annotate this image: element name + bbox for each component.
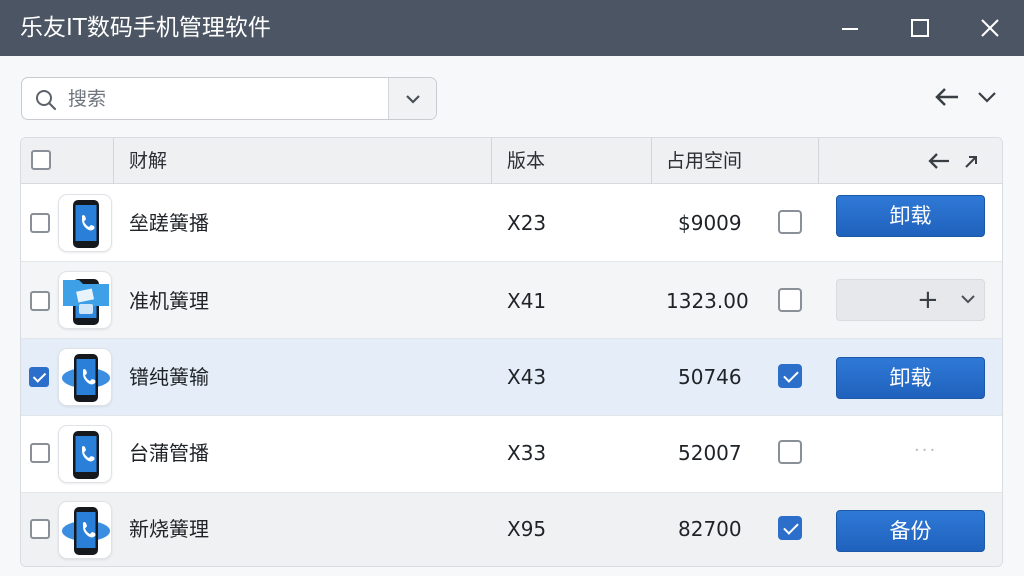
table-row[interactable]: 垒蹉簧播 X23 $9009 卸载 xyxy=(21,185,1002,262)
app-space: 1323.00 xyxy=(666,289,749,313)
row-action-checkbox[interactable] xyxy=(778,288,802,312)
add-split-button[interactable]: + xyxy=(836,279,985,321)
chevron-down-icon[interactable] xyxy=(975,86,999,108)
minimize-icon xyxy=(842,28,858,30)
table-row[interactable]: 台蒲管播 X33 52007 ··· xyxy=(21,416,1002,493)
column-space[interactable]: 占用空间 xyxy=(666,138,742,184)
row-action-checkbox[interactable] xyxy=(778,440,802,464)
phone-icon xyxy=(58,425,112,483)
app-name: 新烧簧理 xyxy=(129,517,209,541)
row-checkbox[interactable] xyxy=(30,291,50,311)
phone-folder-icon xyxy=(58,271,112,329)
app-name: 准机簧理 xyxy=(129,289,209,313)
back-arrow-icon[interactable] xyxy=(933,86,961,108)
uninstall-button[interactable]: 卸载 xyxy=(836,195,985,237)
app-version: X95 xyxy=(507,517,547,541)
search-icon xyxy=(36,90,57,111)
close-icon xyxy=(981,19,999,37)
search-input[interactable] xyxy=(68,84,388,114)
table-row-selected[interactable]: 镨纯簧输 X43 50746 卸载 xyxy=(21,339,1002,416)
table-row[interactable]: 准机簧理 X41 1323.00 + xyxy=(21,262,1002,339)
app-name: 台蒲管播 xyxy=(129,441,209,465)
back-arrow-icon[interactable] xyxy=(927,152,951,170)
title-bar: 乐友IT数码手机管理软件 xyxy=(0,0,1024,56)
app-space: 50746 xyxy=(678,365,742,389)
row-checkbox[interactable] xyxy=(30,213,50,233)
table-header: 财解 版本 占用空间 xyxy=(21,138,1002,184)
row-action-checkbox[interactable] xyxy=(778,210,802,234)
row-checkbox[interactable] xyxy=(29,367,49,387)
phone-sync-icon xyxy=(58,348,112,406)
column-version[interactable]: 版本 xyxy=(507,138,545,184)
plus-icon[interactable]: + xyxy=(917,282,939,318)
app-window: 乐友IT数码手机管理软件 财解 xyxy=(0,0,1024,576)
search-dropdown-button[interactable] xyxy=(388,78,436,119)
expand-arrow-icon[interactable] xyxy=(962,153,980,171)
table-row[interactable]: 新烧簧理 X95 82700 备份 xyxy=(21,493,1002,566)
app-version: X33 xyxy=(507,441,547,465)
app-space: 52007 xyxy=(678,441,742,465)
minimize-button[interactable] xyxy=(828,8,872,48)
app-version: X41 xyxy=(507,289,547,313)
row-action-checkbox[interactable] xyxy=(778,516,802,540)
search-box xyxy=(21,77,437,120)
column-name[interactable]: 财解 xyxy=(129,138,167,184)
select-all-checkbox[interactable] xyxy=(31,150,51,170)
app-name: 垒蹉簧播 xyxy=(129,211,209,235)
app-table: 财解 版本 占用空间 垒蹉簧播 X23 $9009 卸载 准机簧理 X41 13… xyxy=(20,137,1003,567)
app-space: $9009 xyxy=(678,211,742,235)
chevron-down-icon xyxy=(405,94,420,104)
app-space: 82700 xyxy=(678,517,742,541)
more-options-icon[interactable]: ··· xyxy=(914,440,937,461)
backup-button[interactable]: 备份 xyxy=(836,510,985,552)
phone-sync-icon xyxy=(58,501,112,559)
window-title: 乐友IT数码手机管理软件 xyxy=(20,15,271,41)
app-name: 镨纯簧输 xyxy=(129,365,209,389)
phone-icon xyxy=(58,194,112,252)
app-version: X23 xyxy=(507,211,547,235)
row-action-checkbox[interactable] xyxy=(778,364,802,388)
maximize-icon xyxy=(911,19,929,37)
chevron-down-icon[interactable] xyxy=(959,292,977,308)
maximize-button[interactable] xyxy=(898,8,942,48)
row-checkbox[interactable] xyxy=(30,519,50,539)
uninstall-button[interactable]: 卸载 xyxy=(836,357,985,399)
app-version: X43 xyxy=(507,365,547,389)
row-checkbox[interactable] xyxy=(30,443,50,463)
close-button[interactable] xyxy=(968,8,1012,48)
